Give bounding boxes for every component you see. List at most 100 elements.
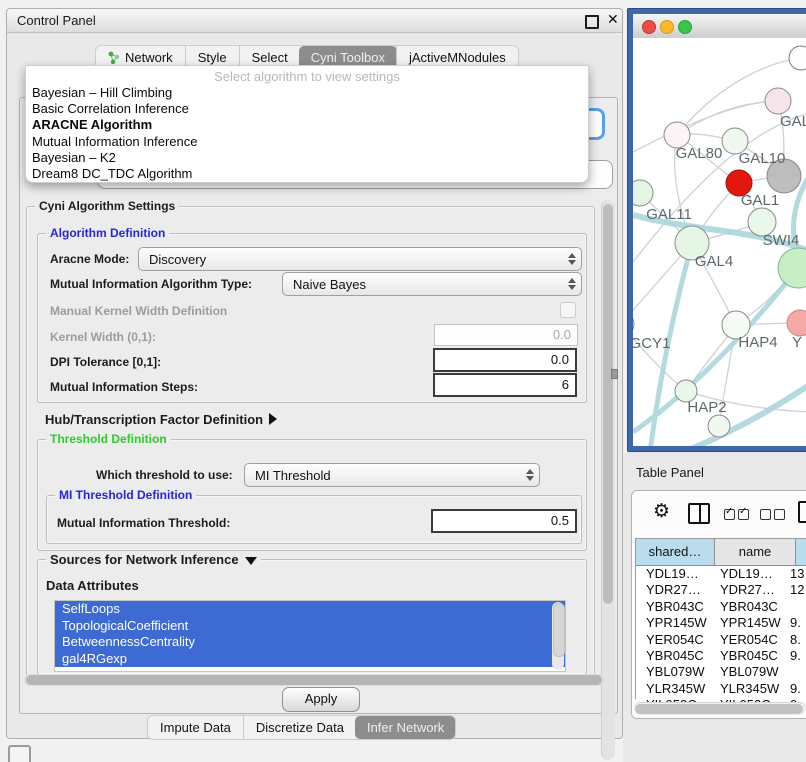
tab-infer-network[interactable]: Infer Network <box>355 716 456 739</box>
dpi-tolerance-input[interactable]: 0.0 <box>433 348 577 372</box>
columns-icon[interactable] <box>688 503 710 524</box>
network-node[interactable] <box>708 415 730 437</box>
dropdown-item[interactable]: Basic Correlation Inference <box>26 101 588 117</box>
mi-algorithm-type-select[interactable]: Naive Bayes <box>282 272 582 296</box>
minimize-traffic-light-icon[interactable] <box>660 20 674 34</box>
table-row[interactable]: YPR145WYPR145W9. <box>636 615 806 631</box>
table-cell[interactable]: 12 <box>790 582 806 598</box>
mi-steps-input[interactable]: 6 <box>433 373 577 397</box>
table-row[interactable]: YDL19…YDL19…13 <box>636 566 806 582</box>
table-cell[interactable]: YDR27… <box>720 582 790 598</box>
dropdown-item[interactable]: ARACNE Algorithm <box>26 117 588 133</box>
network-window-titlebar[interactable] <box>633 14 806 39</box>
data-attributes-list[interactable]: SelfLoopsTopologicalCoefficientBetweenne… <box>54 600 566 672</box>
tab-label: Network <box>125 50 173 65</box>
table-row[interactable]: YDR27…YDR27…12 <box>636 582 806 598</box>
horizontal-scrollbar[interactable] <box>24 674 605 686</box>
table-row[interactable]: YBR043C YBR043C <box>636 599 806 615</box>
attribute-table[interactable]: shared… name YDL19…YDL19…13YDR27…YDR27…1… <box>635 538 806 699</box>
group-title: Cyni Algorithm Settings <box>35 199 179 213</box>
zoom-traffic-light-icon[interactable] <box>678 20 692 34</box>
network-node-gcy1[interactable] <box>633 311 634 337</box>
table-row[interactable]: YLR345WYLR345W9. <box>636 681 806 697</box>
dropdown-item[interactable]: Bayesian – K2 <box>26 150 588 166</box>
algorithm-dropdown[interactable]: Select algorithm to view settings Bayesi… <box>25 65 589 183</box>
attribute-item-selected[interactable]: BetweennessCentrality <box>55 634 565 651</box>
dropdown-item[interactable]: Mutual Information Inference <box>26 134 588 150</box>
network-node[interactable] <box>789 46 806 70</box>
group-title: Threshold Definition <box>46 432 171 446</box>
list-scrollbar[interactable] <box>552 602 564 670</box>
table-cell[interactable]: YPR145W <box>720 615 790 631</box>
aracne-mode-select[interactable]: Discovery <box>138 247 582 271</box>
which-threshold-select[interactable]: MI Threshold <box>244 463 540 487</box>
hub-definition-toggle[interactable]: Hub/Transcription Factor Definition <box>45 412 277 427</box>
table-cell[interactable]: YER054C <box>720 632 790 648</box>
mi-threshold-definition-group: MI Threshold Definition Mutual Informati… <box>46 495 582 544</box>
table-horizontal-scrollbar[interactable] <box>634 702 806 715</box>
dropdown-item[interactable]: Bayesian – Hill Climbing <box>26 85 588 101</box>
table-cell[interactable]: 9. <box>790 615 806 631</box>
attribute-item-selected[interactable]: gal4RGexp <box>55 651 565 668</box>
cyni-algorithm-settings-group: Cyni Algorithm Settings Algorithm Defini… <box>26 206 595 679</box>
table-row[interactable]: YBR045CYBR045C9. <box>636 648 806 664</box>
table-cell[interactable]: 9. <box>790 681 806 697</box>
manual-kernel-label: Manual Kernel Width Definition <box>50 304 227 318</box>
table-cell[interactable]: YBR043C <box>720 599 790 615</box>
table-cell[interactable]: YDL19… <box>646 566 714 582</box>
attribute-item-selected[interactable]: SelfLoops <box>55 601 565 618</box>
hub-definition-label: Hub/Transcription Factor Definition <box>45 412 263 427</box>
network-node[interactable] <box>778 248 806 288</box>
table-cell[interactable]: YPR145W <box>646 615 714 631</box>
table-cell[interactable]: YBL079W <box>646 664 714 680</box>
table-cell[interactable]: YDL19… <box>720 566 790 582</box>
table-cell[interactable]: YBR045C <box>720 648 790 664</box>
document-icon[interactable] <box>798 501 806 523</box>
attribute-item-selected[interactable]: TopologicalCoefficient <box>55 618 565 635</box>
deselect-all-checks-icon[interactable] <box>760 507 788 525</box>
table-cell[interactable]: 9. <box>790 648 806 664</box>
screen: Control Panel ✕ NetworkStyleSelectCyni T… <box>0 0 806 762</box>
node-label: GAL11 <box>646 206 692 223</box>
table-cell[interactable]: 8. <box>790 632 806 648</box>
table-cell[interactable]: YLR345W <box>646 681 714 697</box>
table-cell[interactable]: YDR27… <box>646 582 714 598</box>
table-cell[interactable]: YLR345W <box>720 681 790 697</box>
sources-group: Sources for Network Inference Data Attri… <box>37 559 587 675</box>
which-threshold-label: Which threshold to use: <box>96 468 233 482</box>
close-traffic-light-icon[interactable] <box>642 20 656 34</box>
network-node-gal[interactable] <box>765 88 791 114</box>
select-all-checks-icon[interactable] <box>724 507 752 525</box>
table-cell[interactable]: YBL079W <box>720 664 790 680</box>
network-graph: GALGAL80GAL10GAL1GAL11SWI4GAL4GCY1HAP4YH… <box>633 38 806 446</box>
tab-impute-data[interactable]: Impute Data <box>148 716 243 739</box>
sources-toggle[interactable]: Sources for Network Inference <box>46 552 261 567</box>
table-cell[interactable]: YER054C <box>646 632 714 648</box>
scrollbar-thumb[interactable] <box>26 675 602 685</box>
dropdown-item[interactable]: Dream8 DC_TDC Algorithm <box>26 166 588 182</box>
table-row[interactable]: YBL079W YBL079W <box>636 664 806 680</box>
table-cell[interactable]: 13 <box>790 566 806 582</box>
manual-kernel-checkbox[interactable] <box>560 302 576 318</box>
column-header-shared-name[interactable]: shared… <box>636 539 715 566</box>
tab-discretize-data[interactable]: Discretize Data <box>243 716 356 739</box>
network-view-window: GALGAL80GAL10GAL1GAL11SWI4GAL4GCY1HAP4YH… <box>627 8 806 452</box>
column-header-name[interactable]: name <box>715 539 796 566</box>
column-header-partial[interactable] <box>796 539 806 566</box>
network-node-y[interactable] <box>787 310 806 336</box>
close-icon[interactable]: ✕ <box>607 11 619 28</box>
table-cell[interactable]: YBR045C <box>646 648 714 664</box>
scrollbar-thumb[interactable] <box>553 603 565 657</box>
docked-panel-icon[interactable] <box>8 745 31 762</box>
table-row[interactable]: YER054CYER054C8. <box>636 632 806 648</box>
scrollbar-thumb[interactable] <box>635 704 803 714</box>
float-window-icon[interactable] <box>585 15 599 29</box>
scrollbar-thumb[interactable] <box>603 204 613 604</box>
mi-threshold-input[interactable]: 0.5 <box>431 509 577 533</box>
kernel-width-input[interactable]: 0.0 <box>434 324 578 346</box>
table-cell[interactable]: YBR043C <box>646 599 714 615</box>
network-canvas[interactable]: GALGAL80GAL10GAL1GAL11SWI4GAL4GCY1HAP4YH… <box>633 38 806 446</box>
gear-icon[interactable]: ⚙ <box>653 500 670 523</box>
splitter-handle[interactable] <box>611 369 618 379</box>
apply-button[interactable]: Apply <box>282 687 360 712</box>
